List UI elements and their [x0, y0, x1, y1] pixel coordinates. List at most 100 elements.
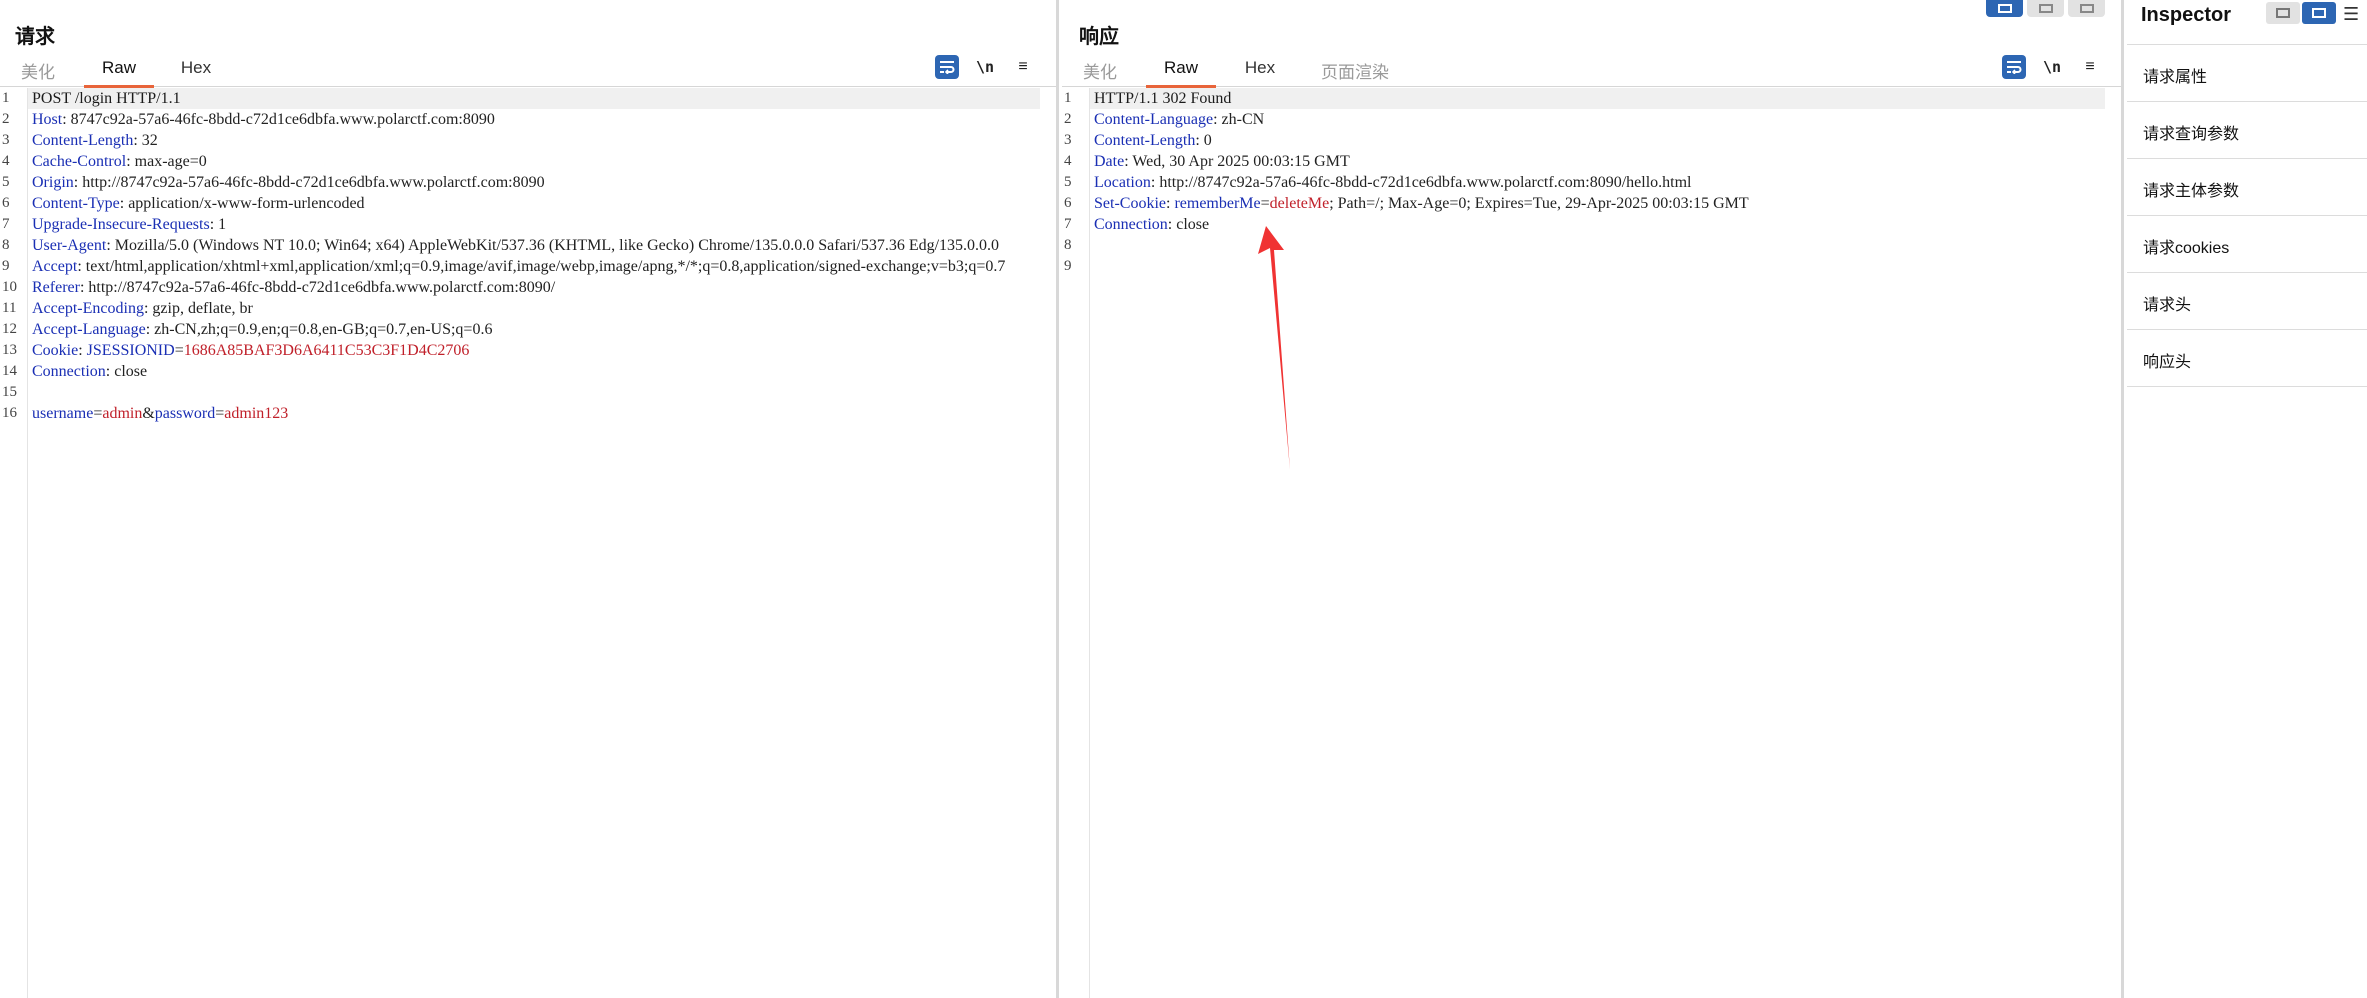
text-segment: : application/x-www-form-urlencoded: [119, 195, 365, 212]
inspector-panel-icon[interactable]: [2302, 2, 2336, 24]
newline-toggle-button[interactable]: \n: [973, 55, 997, 79]
text-segment: : http://8747c92a-57a6-46fc-8bdd-c72d1ce…: [79, 279, 556, 296]
line-number: 16: [2, 405, 17, 421]
response-editor[interactable]: 1 HTTP/1.1 302 Found 2 Content-Language: zh…: [1062, 88, 2121, 998]
header-name: Accept-Language: [32, 321, 146, 338]
line-content[interactable]: Content-Length: 0: [1090, 130, 2105, 151]
line-number: 10: [2, 279, 17, 295]
code-line[interactable]: 11 Accept-Encoding: gzip, deflate, br: [0, 298, 1040, 319]
code-line[interactable]: 15: [0, 382, 1040, 403]
inspector-sections: 请求属性 请求查询参数 请求主体参数 请求cookies 请求头 响应头: [2127, 44, 2367, 387]
hamburger-menu-icon[interactable]: ≡: [1011, 55, 1035, 79]
line-content[interactable]: Cache-Control: max-age=0: [28, 151, 1040, 172]
text-segment: : http://8747c92a-57a6-46fc-8bdd-c72d1ce…: [1150, 174, 1692, 191]
code-line[interactable]: 3 Content-Length: 0: [1062, 130, 2105, 151]
request-lines[interactable]: 1 POST /login HTTP/1.1 2 Host: 8747c92a-57a…: [0, 88, 1040, 424]
line-content[interactable]: Set-Cookie: rememberMe=deleteMe; Path=/;…: [1090, 193, 2105, 214]
line-content[interactable]: User-Agent: Mozilla/5.0 (Windows NT 10.0…: [28, 235, 1040, 256]
word-wrap-icon[interactable]: [2002, 55, 2026, 79]
code-line[interactable]: 9 Accept: text/html,application/xhtml+xml…: [0, 256, 1040, 277]
single-pane-layout-icon[interactable]: [2068, 0, 2105, 17]
line-content[interactable]: Origin: http://8747c92a-57a6-46fc-8bdd-c…: [28, 172, 1040, 193]
code-line[interactable]: 16 username=admin&password=admin123: [0, 403, 1040, 424]
line-content[interactable]: Referer: http://8747c92a-57a6-46fc-8bdd-…: [28, 277, 1040, 298]
response-lines[interactable]: 1 HTTP/1.1 302 Found 2 Content-Language: zh…: [1062, 88, 2105, 277]
line-content[interactable]: Accept-Encoding: gzip, deflate, br: [28, 298, 1040, 319]
code-line[interactable]: 3 Content-Length: 32: [0, 130, 1040, 151]
code-line[interactable]: 4 Cache-Control: max-age=0: [0, 151, 1040, 172]
code-line[interactable]: 2 Host: 8747c92a-57a6-46fc-8bdd-c72d1ce6d…: [0, 109, 1040, 130]
line-content[interactable]: HTTP/1.1 302 Found: [1090, 88, 2105, 109]
line-content[interactable]: POST /login HTTP/1.1: [28, 88, 1040, 109]
code-line[interactable]: 13 Cookie: JSESSIONID=1686A85BAF3D6A6411C…: [0, 340, 1040, 361]
code-line[interactable]: 7 Upgrade-Insecure-Requests: 1: [0, 214, 1040, 235]
line-content[interactable]: Host: 8747c92a-57a6-46fc-8bdd-c72d1ce6db…: [28, 109, 1040, 130]
code-line[interactable]: 12 Accept-Language: zh-CN,zh;q=0.9,en;q=0…: [0, 319, 1040, 340]
line-content[interactable]: [1090, 235, 2105, 256]
header-name: Cookie: [32, 342, 79, 359]
hamburger-menu-icon[interactable]: ≡: [2078, 55, 2102, 79]
tab-raw[interactable]: Raw: [84, 58, 154, 88]
inspector-section-request-headers[interactable]: 请求头: [2127, 273, 2367, 330]
line-content[interactable]: [1090, 256, 2105, 277]
code-line[interactable]: 6 Content-Type: application/x-www-form-ur…: [0, 193, 1040, 214]
tab-hex[interactable]: Hex: [1242, 58, 1278, 87]
line-content[interactable]: Connection: close: [28, 361, 1040, 382]
side-by-side-layout-icon[interactable]: [1986, 0, 2023, 17]
inspector-section-request-attributes[interactable]: 请求属性: [2127, 45, 2367, 102]
stacked-layout-icon[interactable]: [2027, 0, 2064, 17]
line-number: 3: [1064, 132, 1072, 148]
text-segment: :: [78, 342, 87, 359]
line-content[interactable]: Content-Type: application/x-www-form-url…: [28, 193, 1040, 214]
text-segment: : 32: [133, 132, 158, 149]
tab-hex[interactable]: Hex: [178, 58, 214, 87]
line-content[interactable]: Location: http://8747c92a-57a6-46fc-8bdd…: [1090, 172, 2105, 193]
line-content[interactable]: username=admin&password=admin123: [28, 403, 1040, 424]
line-content[interactable]: Content-Language: zh-CN: [1090, 109, 2105, 130]
code-line[interactable]: 1 HTTP/1.1 302 Found: [1062, 88, 2105, 109]
inspector-settings-icon[interactable]: ☰: [2343, 4, 2359, 25]
line-content[interactable]: Accept: text/html,application/xhtml+xml,…: [28, 256, 1040, 277]
tab-raw[interactable]: Raw: [1146, 58, 1216, 88]
code-line[interactable]: 4 Date: Wed, 30 Apr 2025 00:03:15 GMT: [1062, 151, 2105, 172]
line-content[interactable]: [28, 382, 1040, 403]
inspector-section-body-params[interactable]: 请求主体参数: [2127, 159, 2367, 216]
line-content[interactable]: Upgrade-Insecure-Requests: 1: [28, 214, 1040, 235]
code-line[interactable]: 6 Set-Cookie: rememberMe=deleteMe; Path=/…: [1062, 193, 2105, 214]
header-name: Origin: [32, 174, 74, 191]
line-content[interactable]: Cookie: JSESSIONID=1686A85BAF3D6A6411C53…: [28, 340, 1040, 361]
inspector-list-icon[interactable]: [2266, 2, 2300, 24]
tab-render[interactable]: 页面渲染: [1318, 58, 1392, 87]
line-number: 3: [2, 132, 10, 148]
response-tabs: 美化 Raw Hex 页面渲染: [1062, 52, 2121, 88]
line-content[interactable]: Date: Wed, 30 Apr 2025 00:03:15 GMT: [1090, 151, 2105, 172]
inspector-section-query-params[interactable]: 请求查询参数: [2127, 102, 2367, 159]
code-line[interactable]: 2 Content-Language: zh-CN: [1062, 109, 2105, 130]
code-line[interactable]: 7 Connection: close: [1062, 214, 2105, 235]
header-name: User-Agent: [32, 237, 107, 254]
line-number: 9: [1064, 258, 1072, 274]
code-line[interactable]: 5 Location: http://8747c92a-57a6-46fc-8bd…: [1062, 172, 2105, 193]
tab-pretty[interactable]: 美化: [20, 58, 56, 87]
header-name: Accept: [32, 258, 78, 275]
code-line[interactable]: 10 Referer: http://8747c92a-57a6-46fc-8bd…: [0, 277, 1040, 298]
code-line[interactable]: 8: [1062, 235, 2105, 256]
word-wrap-icon[interactable]: [935, 55, 959, 79]
param-value: deleteMe: [1269, 195, 1330, 212]
code-line[interactable]: 8 User-Agent: Mozilla/5.0 (Windows NT 10.…: [0, 235, 1040, 256]
code-line[interactable]: 14 Connection: close: [0, 361, 1040, 382]
text-segment: =: [1260, 195, 1270, 212]
newline-toggle-button[interactable]: \n: [2040, 55, 2064, 79]
line-content[interactable]: Accept-Language: zh-CN,zh;q=0.9,en;q=0.8…: [28, 319, 1040, 340]
line-content[interactable]: Content-Length: 32: [28, 130, 1040, 151]
code-line[interactable]: 1 POST /login HTTP/1.1: [0, 88, 1040, 109]
request-editor[interactable]: 1 POST /login HTTP/1.1 2 Host: 8747c92a-57a…: [0, 88, 1056, 998]
tab-pretty[interactable]: 美化: [1082, 58, 1118, 87]
line-content[interactable]: Connection: close: [1090, 214, 2105, 235]
header-name: Accept-Encoding: [32, 300, 144, 317]
code-line[interactable]: 9: [1062, 256, 2105, 277]
param-value: admin123: [224, 405, 289, 422]
inspector-section-cookies[interactable]: 请求cookies: [2127, 216, 2367, 273]
inspector-section-response-headers[interactable]: 响应头: [2127, 330, 2367, 387]
code-line[interactable]: 5 Origin: http://8747c92a-57a6-46fc-8bdd-…: [0, 172, 1040, 193]
